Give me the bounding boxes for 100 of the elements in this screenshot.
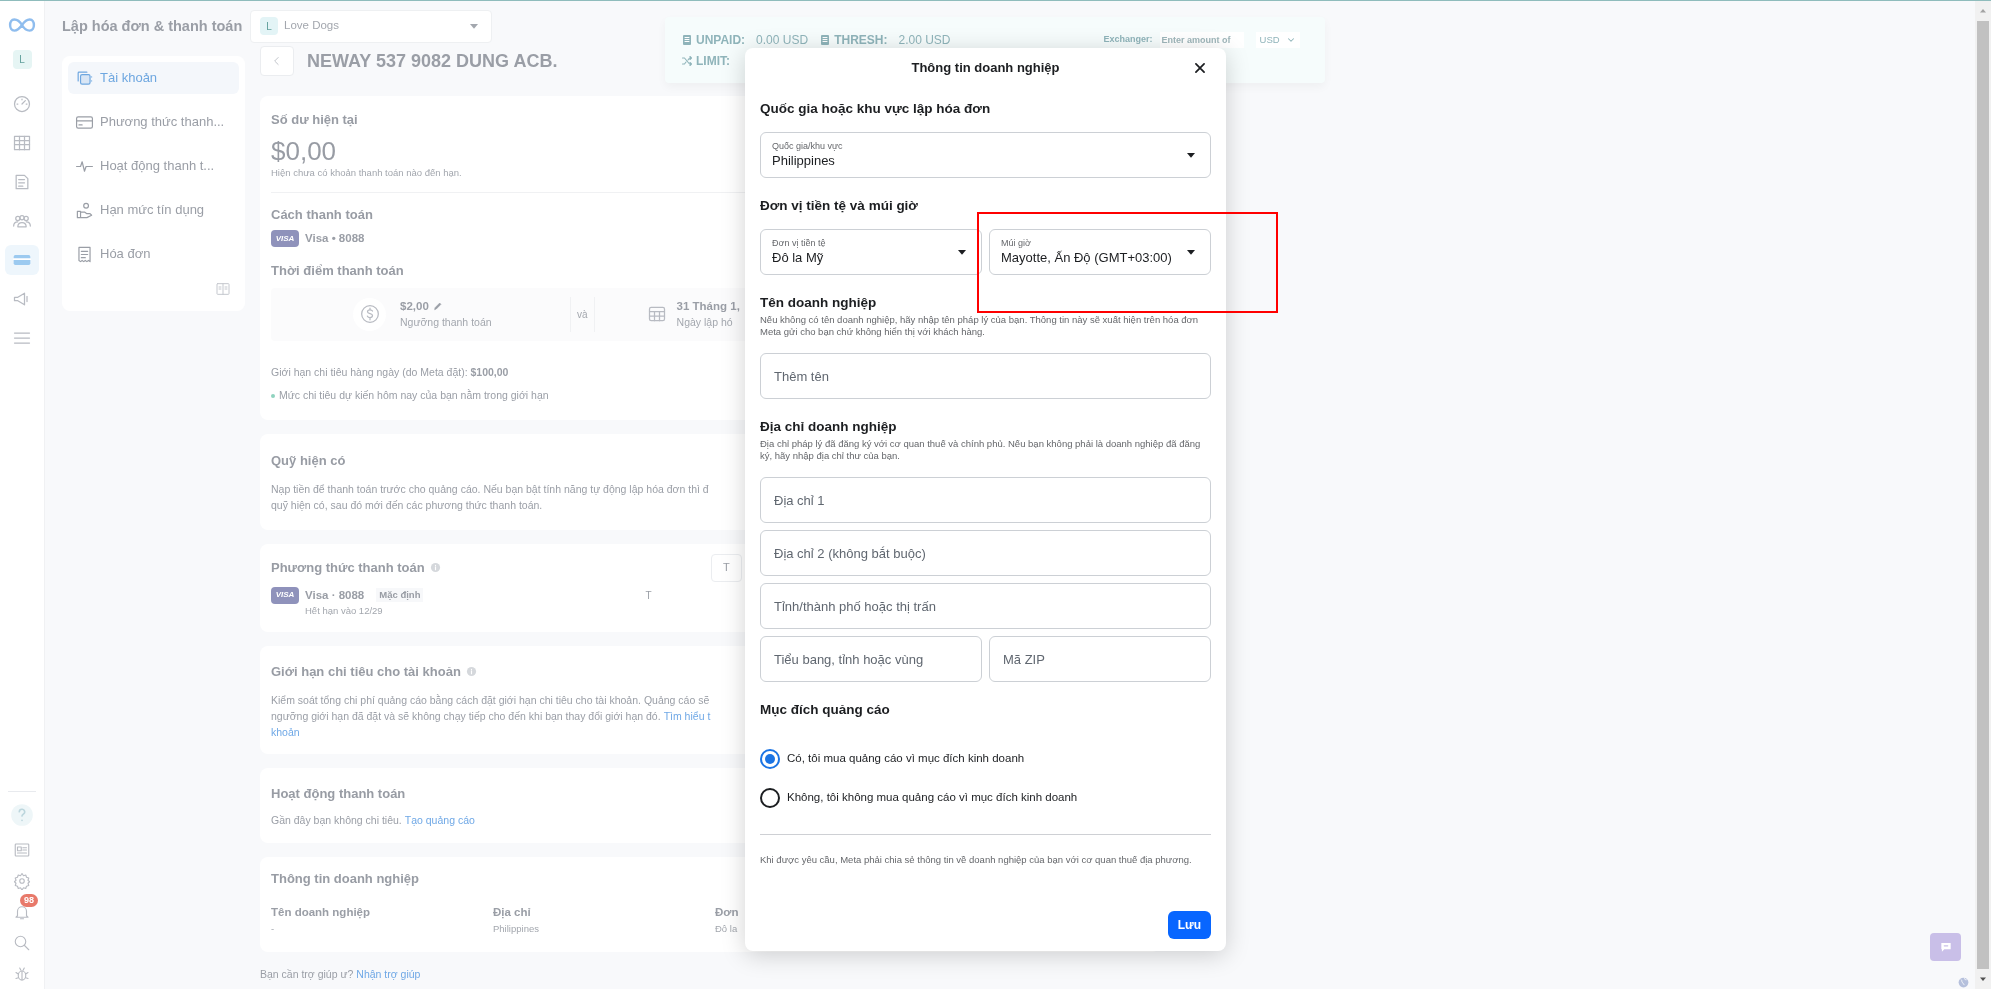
nav-item[interactable]: Hoạt động thanh t... bbox=[68, 150, 239, 182]
hand-coin-icon bbox=[75, 200, 94, 220]
info-icon[interactable] bbox=[465, 666, 477, 678]
daily-limit-text: Giới hạn chi tiêu hàng ngày (do Meta đặt): $100,00 bbox=[271, 364, 509, 380]
bill-date-label: Ngày lập hó bbox=[676, 314, 733, 330]
ad-account-title: NEWAY 537 9082 DUNG ACB. bbox=[307, 49, 558, 73]
info-label: Địa chỉ bbox=[493, 905, 531, 921]
balance-amount: $0,00 bbox=[271, 135, 337, 166]
radio-label[interactable]: Có, tôi mua quảng cáo vì mục đích kinh doanh bbox=[787, 750, 1025, 768]
infinity-logo-icon[interactable] bbox=[8, 17, 36, 33]
threshold-label: Ngưỡng thanh toán bbox=[400, 314, 492, 330]
dollar-circle-icon bbox=[359, 304, 380, 324]
card-title: Giới hạn chi tiêu cho tài khoản bbox=[271, 663, 461, 681]
scrollbar[interactable] bbox=[1975, 1, 1991, 989]
card-number: Visa · 8088 bbox=[305, 587, 365, 603]
back-button[interactable] bbox=[260, 46, 294, 76]
account-dropdown[interactable]: L Love Dogs bbox=[250, 9, 492, 43]
card-number: Visa • 8088 bbox=[305, 231, 365, 247]
page-heading: Lập hóa đơn & thanh toán bbox=[62, 18, 243, 34]
receipt-icon bbox=[75, 244, 94, 264]
rail-item[interactable] bbox=[5, 245, 39, 275]
threshold-amount: $2,00 bbox=[400, 298, 429, 314]
info-value: Đô la bbox=[715, 921, 738, 936]
save-button[interactable]: Lưu bbox=[1167, 911, 1211, 939]
default-badge: Mặc định bbox=[376, 588, 424, 603]
field-label: Đơn vị tiền tệ bbox=[772, 238, 826, 249]
info-value: - bbox=[271, 921, 275, 936]
section-heading: Mục đích quảng cáo bbox=[760, 702, 890, 718]
close-button[interactable] bbox=[1193, 61, 1207, 75]
get-help-link[interactable]: Nhận trợ giúp bbox=[356, 966, 421, 983]
calendar-table-icon bbox=[646, 304, 667, 324]
dropdown-field[interactable]: Múi giờ Mayotte, Ấn Độ (GMT+03:00) bbox=[989, 229, 1211, 275]
help-icon[interactable] bbox=[9, 802, 35, 828]
scrollbar-thumb[interactable] bbox=[1977, 21, 1989, 969]
input-field[interactable]: Địa chỉ 1 bbox=[760, 477, 1211, 523]
gauge-icon bbox=[12, 94, 32, 114]
thresh-label: THRESH: bbox=[834, 32, 888, 49]
card-title: Số dư hiện tại bbox=[271, 111, 358, 129]
help-text: Bạn cần trợ giúp ư? bbox=[260, 966, 354, 982]
info-icon[interactable] bbox=[429, 562, 441, 573]
close-icon bbox=[1193, 61, 1207, 75]
field-value: Philippines bbox=[772, 152, 835, 169]
input-field[interactable]: Tỉnh/thành phố hoặc thị trấn bbox=[760, 583, 1211, 629]
connector-text: và bbox=[570, 296, 595, 332]
section-heading: Đơn vị tiền tệ và múi giờ bbox=[760, 198, 918, 214]
radio-button[interactable] bbox=[760, 788, 780, 808]
balance-note: Hiện chưa có khoản thanh toán nào đến hạn. bbox=[271, 165, 462, 180]
card-title: Hoạt động thanh toán bbox=[271, 784, 406, 803]
daily-limit-note: Mức chi tiêu dự kiến hôm nay của bạn nằm trong giới hạn bbox=[279, 388, 549, 404]
activity-text: Gần đây bạn không chi tiêu. bbox=[271, 813, 402, 828]
newspaper-icon[interactable] bbox=[13, 841, 31, 859]
nav-item[interactable]: Hạn mức tín dụng bbox=[68, 194, 239, 226]
currency-select[interactable]: USD bbox=[1255, 32, 1300, 48]
radio-label[interactable]: Không, tôi không mua quảng cáo vì mục đích kinh doanh bbox=[787, 789, 1078, 807]
nav-item[interactable]: Tài khoản bbox=[68, 62, 239, 94]
bell-icon[interactable] bbox=[13, 903, 31, 921]
exchanger-label: Exchanger: bbox=[1103, 33, 1153, 47]
account-name: Love Dogs bbox=[284, 18, 340, 34]
input-field[interactable]: Mã ZIP bbox=[989, 636, 1211, 682]
dropdown-field[interactable]: Quốc gia/khu vực Philippines bbox=[760, 132, 1211, 178]
search-icon[interactable] bbox=[13, 934, 31, 952]
learn-more-link[interactable]: khoản bbox=[271, 723, 300, 740]
section-title: Cách thanh toán bbox=[271, 205, 373, 224]
card-expiry: Hết hạn vào 12/29 bbox=[305, 603, 383, 618]
dropdown-field[interactable]: Đơn vị tiền tệ Đô la Mỹ bbox=[760, 229, 982, 275]
visa-card-icon: VISA bbox=[271, 586, 299, 604]
bill-date: 31 Tháng 1, bbox=[676, 298, 740, 314]
limit-label: LIMIT: bbox=[696, 53, 730, 70]
info-value: Philippines bbox=[493, 921, 539, 936]
account-avatar[interactable]: L bbox=[12, 50, 32, 69]
exchanger-input[interactable]: Enter amount of bbox=[1159, 32, 1244, 48]
chat-icon bbox=[1938, 940, 1953, 954]
chevron-down-icon bbox=[1285, 35, 1296, 45]
input-field[interactable]: Địa chỉ 2 (không bắt buộc) bbox=[760, 530, 1211, 576]
chat-button[interactable] bbox=[1930, 933, 1961, 961]
nav-item[interactable]: Hóa đơn bbox=[68, 238, 239, 270]
card-description: Kiểm soát tổng chi phí quảng cáo bằng cách đặt giới hạn chi tiêu cho tài khoản. Quảng cáo sẽ bbox=[271, 692, 710, 708]
thresh-value: 2.00 USD bbox=[898, 32, 951, 49]
pencil-icon[interactable] bbox=[432, 301, 443, 312]
document-icon bbox=[819, 34, 832, 46]
table-icon bbox=[12, 133, 32, 153]
create-ad-link[interactable]: Tạo quảng cáo bbox=[404, 813, 475, 829]
visa-card-icon: VISA bbox=[271, 230, 299, 248]
dialog-title: Thông tin doanh nghiệp bbox=[911, 59, 1060, 78]
info-label: Đơn bbox=[715, 905, 739, 921]
section-heading: Địa chỉ doanh nghiệp bbox=[760, 419, 897, 435]
section-title: Thời điểm thanh toán bbox=[271, 262, 404, 278]
payment-action-button[interactable]: T bbox=[711, 553, 742, 582]
input-field[interactable]: Tiểu bang, tỉnh hoặc vùng bbox=[760, 636, 982, 682]
section-heading: Tên doanh nghiệp bbox=[760, 295, 877, 311]
radio-button[interactable] bbox=[760, 749, 780, 769]
settings-icon[interactable] bbox=[13, 872, 31, 890]
field-value: Mayotte, Ấn Độ (GMT+03:00) bbox=[1001, 249, 1172, 266]
input-field[interactable]: Thêm tên bbox=[760, 353, 1211, 399]
notification-badge: 98 bbox=[20, 894, 38, 907]
learn-more-link[interactable]: Tìm hiểu t bbox=[663, 707, 711, 724]
bug-icon[interactable] bbox=[13, 965, 31, 983]
collapse-panel-icon[interactable] bbox=[215, 281, 231, 297]
section-heading: Quốc gia hoặc khu vực lập hóa đơn bbox=[760, 101, 991, 117]
nav-item[interactable]: Phương thức thanh... bbox=[68, 106, 239, 138]
